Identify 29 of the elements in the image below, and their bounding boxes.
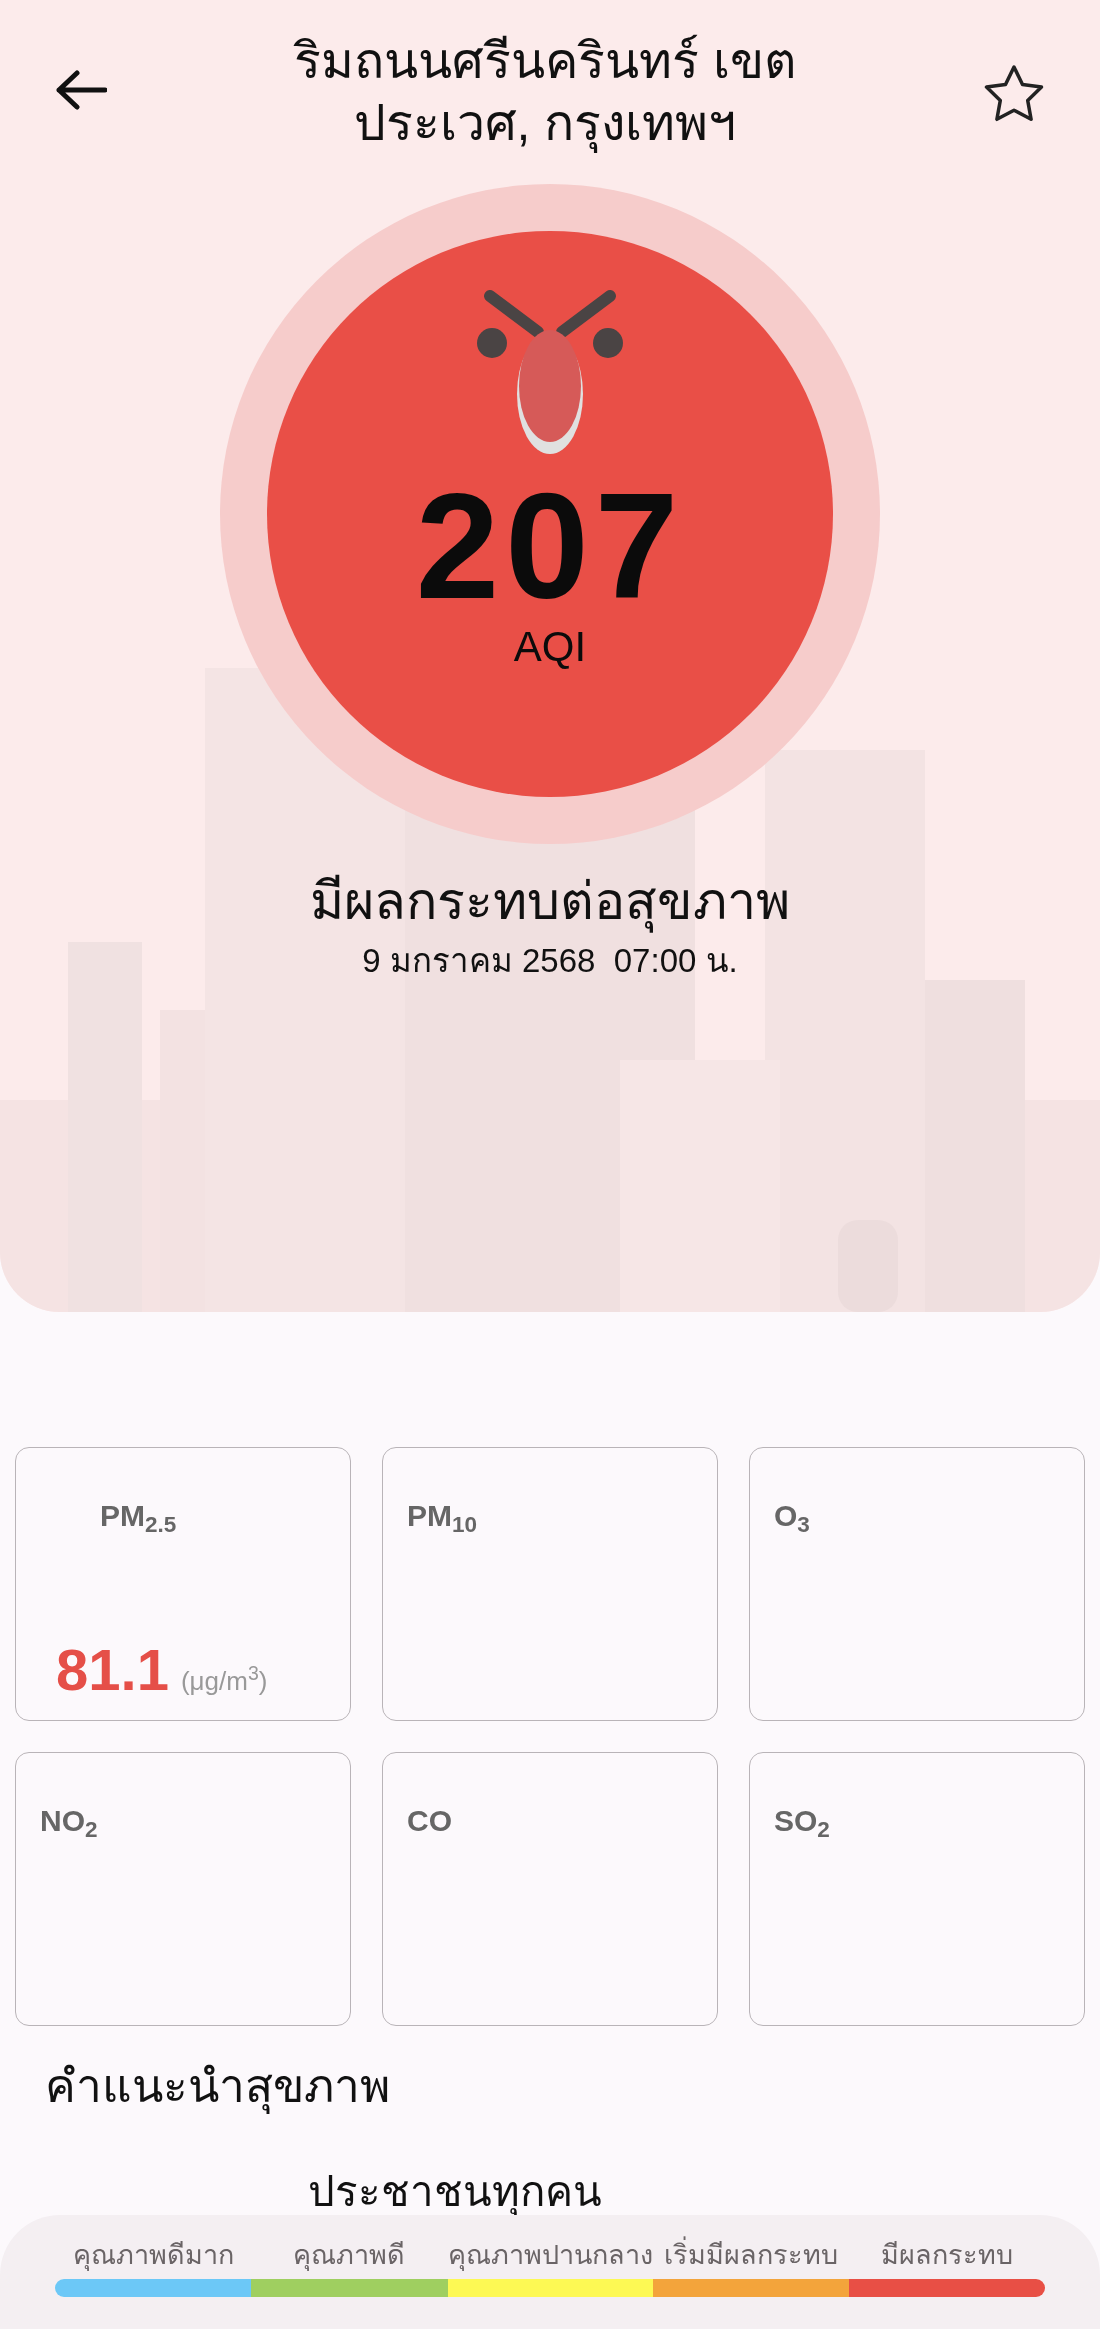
pollutant-card[interactable]: NO$_{2}$	[15, 1752, 351, 2026]
aqi-status: มีผลกระทบต่อสุขภาพ	[310, 869, 790, 933]
pollutant-value: 81.1	[56, 1638, 169, 1702]
legend-label: คุณภาพดี	[293, 2239, 406, 2273]
location-title: ริมถนนศรีนครินทร์ เขต	[294, 32, 796, 91]
pollutant-name: CO	[407, 1803, 452, 1839]
pollutant-card[interactable]: O$_{3}$	[749, 1447, 1085, 1721]
pollutant-name: O$_{3}$	[774, 1498, 810, 1534]
pollutant-unit: (μg/m$^{3}$)	[180, 1662, 268, 1698]
pollutant-name: PM$_{10}$	[407, 1498, 478, 1534]
date-time: 9 มกราคม 2568 07:00 น.	[362, 941, 738, 981]
pollutant-name: SO$_{2}$	[774, 1803, 830, 1839]
aqi-unit: AQI	[513, 623, 587, 671]
pollutant-card[interactable]: PM$_{10}$	[382, 1447, 718, 1721]
pollutant-name: NO$_{2}$	[40, 1803, 98, 1839]
back-arrow-icon[interactable]	[55, 70, 107, 110]
aqi-value: 207	[415, 471, 685, 621]
pollutant-card[interactable]: PM$_{2.5}$ 81.1 (μg/m$^{3}$)	[15, 1447, 351, 1721]
pollutant-card[interactable]: SO$_{2}$	[749, 1752, 1085, 2026]
legend-label: คุณภาพปานกลาง	[447, 2239, 653, 2273]
pollutant-name: PM$_{2.5}$	[100, 1498, 177, 1534]
section-heading: คำแนะนำสุขภาพ	[45, 2059, 391, 2116]
legend-label: มีผลกระทบ	[880, 2239, 1013, 2272]
legend-label: คุณภาพดีมาก	[72, 2239, 234, 2273]
pollutant-card[interactable]: CO	[382, 1752, 718, 2026]
legend-label: เริ่มมีผลกระทบ	[663, 2237, 838, 2273]
star-icon[interactable]	[983, 64, 1045, 122]
advice-text: ประชาชนทุกคน	[308, 2167, 603, 2217]
location-title: ประเวศ, กรุงเทพฯ	[353, 94, 737, 154]
